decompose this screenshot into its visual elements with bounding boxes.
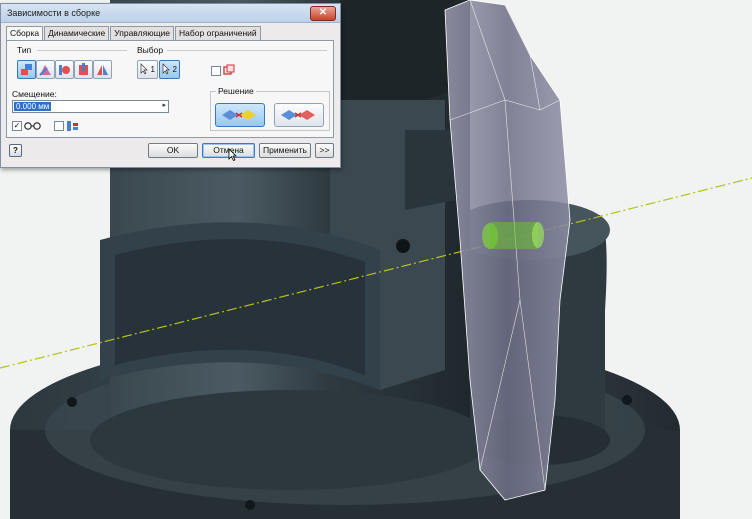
tab-constraint-set[interactable]: Набор ограничений [175,26,261,40]
tangent-icon[interactable] [55,60,74,79]
ok-button[interactable]: OK [148,143,198,158]
select-first-button[interactable]: 1 [137,60,158,79]
expand-button[interactable]: >> [315,143,334,158]
select-arrow-icon [162,63,170,75]
solution-group: Решение [210,86,330,131]
predict-offset-checkbox[interactable] [54,121,64,131]
dialog-title: Зависимости в сборке [7,8,101,18]
tab-motion[interactable]: Динамические [44,26,110,40]
mouse-cursor-icon [228,148,237,162]
offset-label: Смещение: [12,89,57,99]
pick-part-first-checkbox[interactable] [211,66,221,76]
assembly-constraint-dialog: Зависимости в сборке ✕ Сборка Динамическ… [0,3,341,168]
flush-solution-icon[interactable] [274,103,324,127]
mate-solution-icon[interactable] [215,103,265,127]
select-second-button[interactable]: 2 [159,60,180,79]
show-preview-checkbox[interactable]: ✓ [12,121,22,131]
tab-panel-assembly: Тип Выбор 1 2 Смещение: 0.000 мм ▸ ✓ Реш… [6,40,334,138]
symmetry-icon[interactable] [93,60,112,79]
selection-group-label: Выбор [137,45,164,55]
offset-input[interactable]: 0.000 мм ▸ [12,100,169,113]
offset-value: 0.000 мм [14,102,52,111]
constraint-preview-pin [482,222,544,249]
apply-button[interactable]: Применить [259,143,311,158]
offset-menu-arrow-icon[interactable]: ▸ [162,101,166,109]
title-bar[interactable]: Зависимости в сборке ✕ [1,4,340,23]
predict-offset-icon [67,121,78,131]
glasses-icon [24,122,41,130]
selection-group-divider [167,50,327,51]
angle-icon[interactable] [36,60,55,79]
tab-transitional[interactable]: Управляющие [110,26,175,40]
solution-group-label: Решение [216,86,256,96]
select-arrow-icon [140,63,148,75]
close-icon[interactable]: ✕ [310,6,336,21]
tab-assembly[interactable]: Сборка [6,26,44,41]
select-first-number: 1 [150,65,155,74]
pick-part-first-icon [223,64,235,75]
select-second-number: 2 [172,65,177,74]
insert-icon[interactable] [74,60,93,79]
type-group-divider [37,50,127,51]
help-icon[interactable]: ? [9,144,22,157]
tab-strip: Сборка Динамические Управляющие Набор ог… [6,26,262,41]
type-group-label: Тип [17,45,32,55]
mate-icon[interactable] [17,60,36,79]
